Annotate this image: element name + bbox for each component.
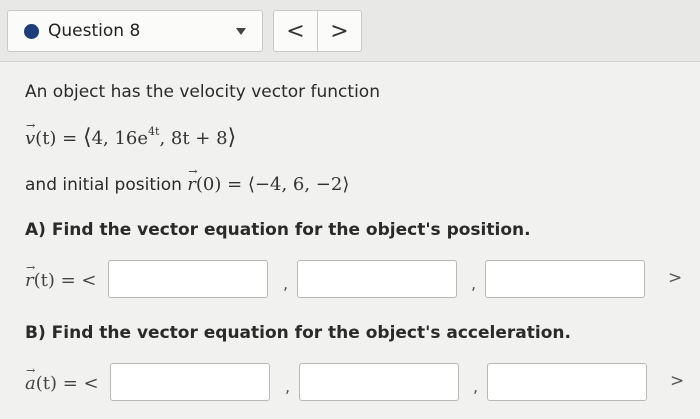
comma-separator: , bbox=[473, 377, 479, 396]
question-status-dot bbox=[24, 23, 39, 39]
question-dropdown[interactable]: Question 8 bbox=[7, 10, 263, 52]
acceleration-x-input[interactable] bbox=[110, 363, 270, 401]
velocity-exponent: 4t bbox=[148, 125, 160, 138]
acceleration-y-input[interactable] bbox=[299, 363, 459, 401]
close-angle-bracket: > bbox=[670, 371, 685, 391]
previous-question-button[interactable]: < bbox=[274, 11, 317, 51]
velocity-component-1: 4, 16e bbox=[91, 128, 149, 149]
acceleration-row-vector-symbol: a bbox=[25, 364, 36, 394]
intro-text: An object has the velocity vector functi… bbox=[25, 82, 380, 102]
position-vector-symbol: r bbox=[187, 165, 197, 195]
velocity-component-2: , 8t + 8 bbox=[159, 128, 228, 149]
position-y-input[interactable] bbox=[297, 260, 457, 298]
acceleration-row-label-text: (t) = < bbox=[35, 373, 99, 394]
acceleration-answer-row: a(t) = < , , > bbox=[25, 363, 695, 407]
velocity-vector-symbol: v bbox=[25, 119, 35, 149]
part-b-prompt: B) Find the vector equation for the obje… bbox=[25, 323, 571, 343]
caret-down-icon[interactable] bbox=[236, 28, 246, 35]
question-nav-bar: Question 8 < > bbox=[0, 0, 700, 62]
velocity-open-bracket: ⟨ bbox=[82, 125, 92, 150]
position-row-label: r(t) = < bbox=[25, 261, 97, 291]
position-x-input[interactable] bbox=[108, 260, 268, 298]
velocity-equation: v(t) = ⟨4, 16e4t, 8t + 8⟩ bbox=[25, 119, 237, 150]
initial-position-text: and initial position bbox=[25, 175, 188, 195]
comma-separator: , bbox=[285, 377, 291, 396]
acceleration-row-label: a(t) = < bbox=[25, 364, 99, 394]
acceleration-z-input[interactable] bbox=[487, 363, 647, 401]
initial-position-line: and initial position r(0) = ⟨−4, 6, −2⟩ bbox=[25, 165, 350, 195]
position-answer-row: r(t) = < , , > bbox=[25, 260, 695, 304]
velocity-close-bracket: ⟩ bbox=[227, 125, 237, 150]
comma-separator: , bbox=[471, 274, 477, 293]
next-question-button[interactable]: > bbox=[317, 11, 361, 51]
question-label: Question 8 bbox=[48, 21, 141, 41]
question-pager: < > bbox=[273, 10, 362, 52]
position-z-input[interactable] bbox=[485, 260, 645, 298]
position-row-label-text: (t) = < bbox=[33, 270, 97, 291]
velocity-lhs: (t) = bbox=[35, 128, 83, 149]
initial-position-expression: (0) = ⟨−4, 6, −2⟩ bbox=[195, 174, 350, 195]
position-row-vector-symbol: r bbox=[25, 261, 35, 291]
close-angle-bracket: > bbox=[668, 268, 683, 288]
comma-separator: , bbox=[283, 274, 289, 293]
part-a-prompt: A) Find the vector equation for the obje… bbox=[25, 220, 531, 240]
